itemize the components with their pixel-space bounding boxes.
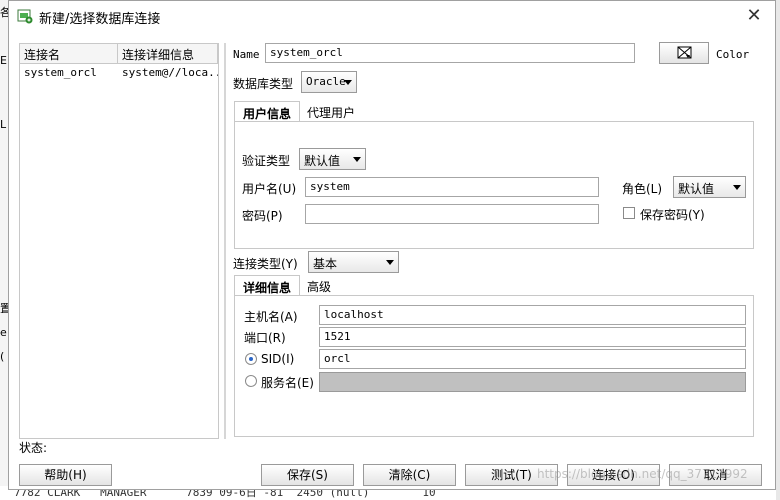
port-label: 端口(R) <box>244 331 286 345</box>
tab-advanced[interactable]: 高级 <box>299 275 339 297</box>
tab-details[interactable]: 详细信息 <box>234 275 301 297</box>
password-label: 密码(P) <box>242 209 283 223</box>
connection-name-cell: system_orcl <box>24 66 97 79</box>
connection-details-cell: system@//loca... <box>122 66 218 79</box>
color-label: Color <box>716 48 750 61</box>
cancel-button[interactable]: 取消 <box>669 464 762 486</box>
name-label: Name <box>233 48 260 61</box>
username-input[interactable]: system <box>305 177 599 197</box>
connection-type-label: 连接类型(Y) <box>233 257 298 271</box>
connection-list-header: 连接名 连接详细信息 <box>20 44 218 64</box>
save-button[interactable]: 保存(S) <box>261 464 354 486</box>
role-value: 默认值 <box>678 182 715 196</box>
service-name-input <box>319 372 746 392</box>
password-input[interactable] <box>305 204 599 224</box>
db-type-value: Oracle <box>306 75 346 88</box>
port-input[interactable]: 1521 <box>319 327 746 347</box>
connection-type-value: 基本 <box>313 257 338 271</box>
auth-type-label: 验证类型 <box>242 154 291 168</box>
chevron-down-icon <box>733 185 741 190</box>
connection-type-select[interactable]: 基本 <box>308 251 399 273</box>
hostname-input[interactable]: localhost <box>319 305 746 325</box>
status-label: 状态: <box>19 441 48 455</box>
database-connection-icon <box>17 9 33 24</box>
connection-name-input[interactable]: system_orcl <box>265 43 635 63</box>
background-window-edge-right <box>776 0 780 500</box>
auth-type-value: 默认值 <box>304 154 341 168</box>
chevron-down-icon <box>344 80 352 85</box>
color-swatch-icon <box>677 46 692 59</box>
service-name-label: 服务名(E) <box>261 376 314 390</box>
tab-proxy-user[interactable]: 代理用户 <box>299 101 363 123</box>
service-name-radio[interactable] <box>245 375 257 387</box>
test-button[interactable]: 测试(T) <box>465 464 558 486</box>
close-button[interactable]: ✕ <box>743 5 765 27</box>
connection-row[interactable]: system_orcl system@//loca... <box>20 64 218 82</box>
save-password-label: 保存密码(Y) <box>640 208 705 222</box>
db-type-label: 数据库类型 <box>233 77 294 91</box>
sid-label: SID(I) <box>261 352 295 366</box>
sid-input[interactable]: orcl <box>319 349 746 369</box>
connection-list[interactable]: 连接名 连接详细信息 system_orcl system@//loca... <box>19 43 219 439</box>
db-type-select[interactable]: Oracle <box>301 71 357 93</box>
hostname-label: 主机名(A) <box>244 310 298 324</box>
new-connection-dialog: 新建/选择数据库连接 ✕ 连接名 连接详细信息 system_orcl syst… <box>8 0 776 490</box>
chevron-down-icon <box>353 157 361 162</box>
role-select[interactable]: 默认值 <box>673 176 746 198</box>
dialog-titlebar[interactable]: 新建/选择数据库连接 ✕ <box>9 1 775 31</box>
sid-radio[interactable] <box>245 353 257 365</box>
connect-button[interactable]: 连接(O) <box>567 464 660 486</box>
split-pane-divider[interactable] <box>224 43 226 439</box>
chevron-down-icon <box>386 260 394 265</box>
clear-button[interactable]: 清除(C) <box>363 464 456 486</box>
dialog-title: 新建/选择数据库连接 <box>39 12 161 27</box>
auth-type-select[interactable]: 默认值 <box>299 148 366 170</box>
column-header-connection-name[interactable]: 连接名 <box>20 44 118 63</box>
role-label: 角色(L) <box>622 182 663 196</box>
username-label: 用户名(U) <box>242 182 297 196</box>
color-picker-button[interactable] <box>659 42 709 64</box>
column-header-connection-details[interactable]: 连接详细信息 <box>118 44 218 63</box>
tab-user-info[interactable]: 用户信息 <box>234 101 301 123</box>
save-password-checkbox[interactable] <box>623 207 635 219</box>
help-button[interactable]: 帮助(H) <box>19 464 112 486</box>
